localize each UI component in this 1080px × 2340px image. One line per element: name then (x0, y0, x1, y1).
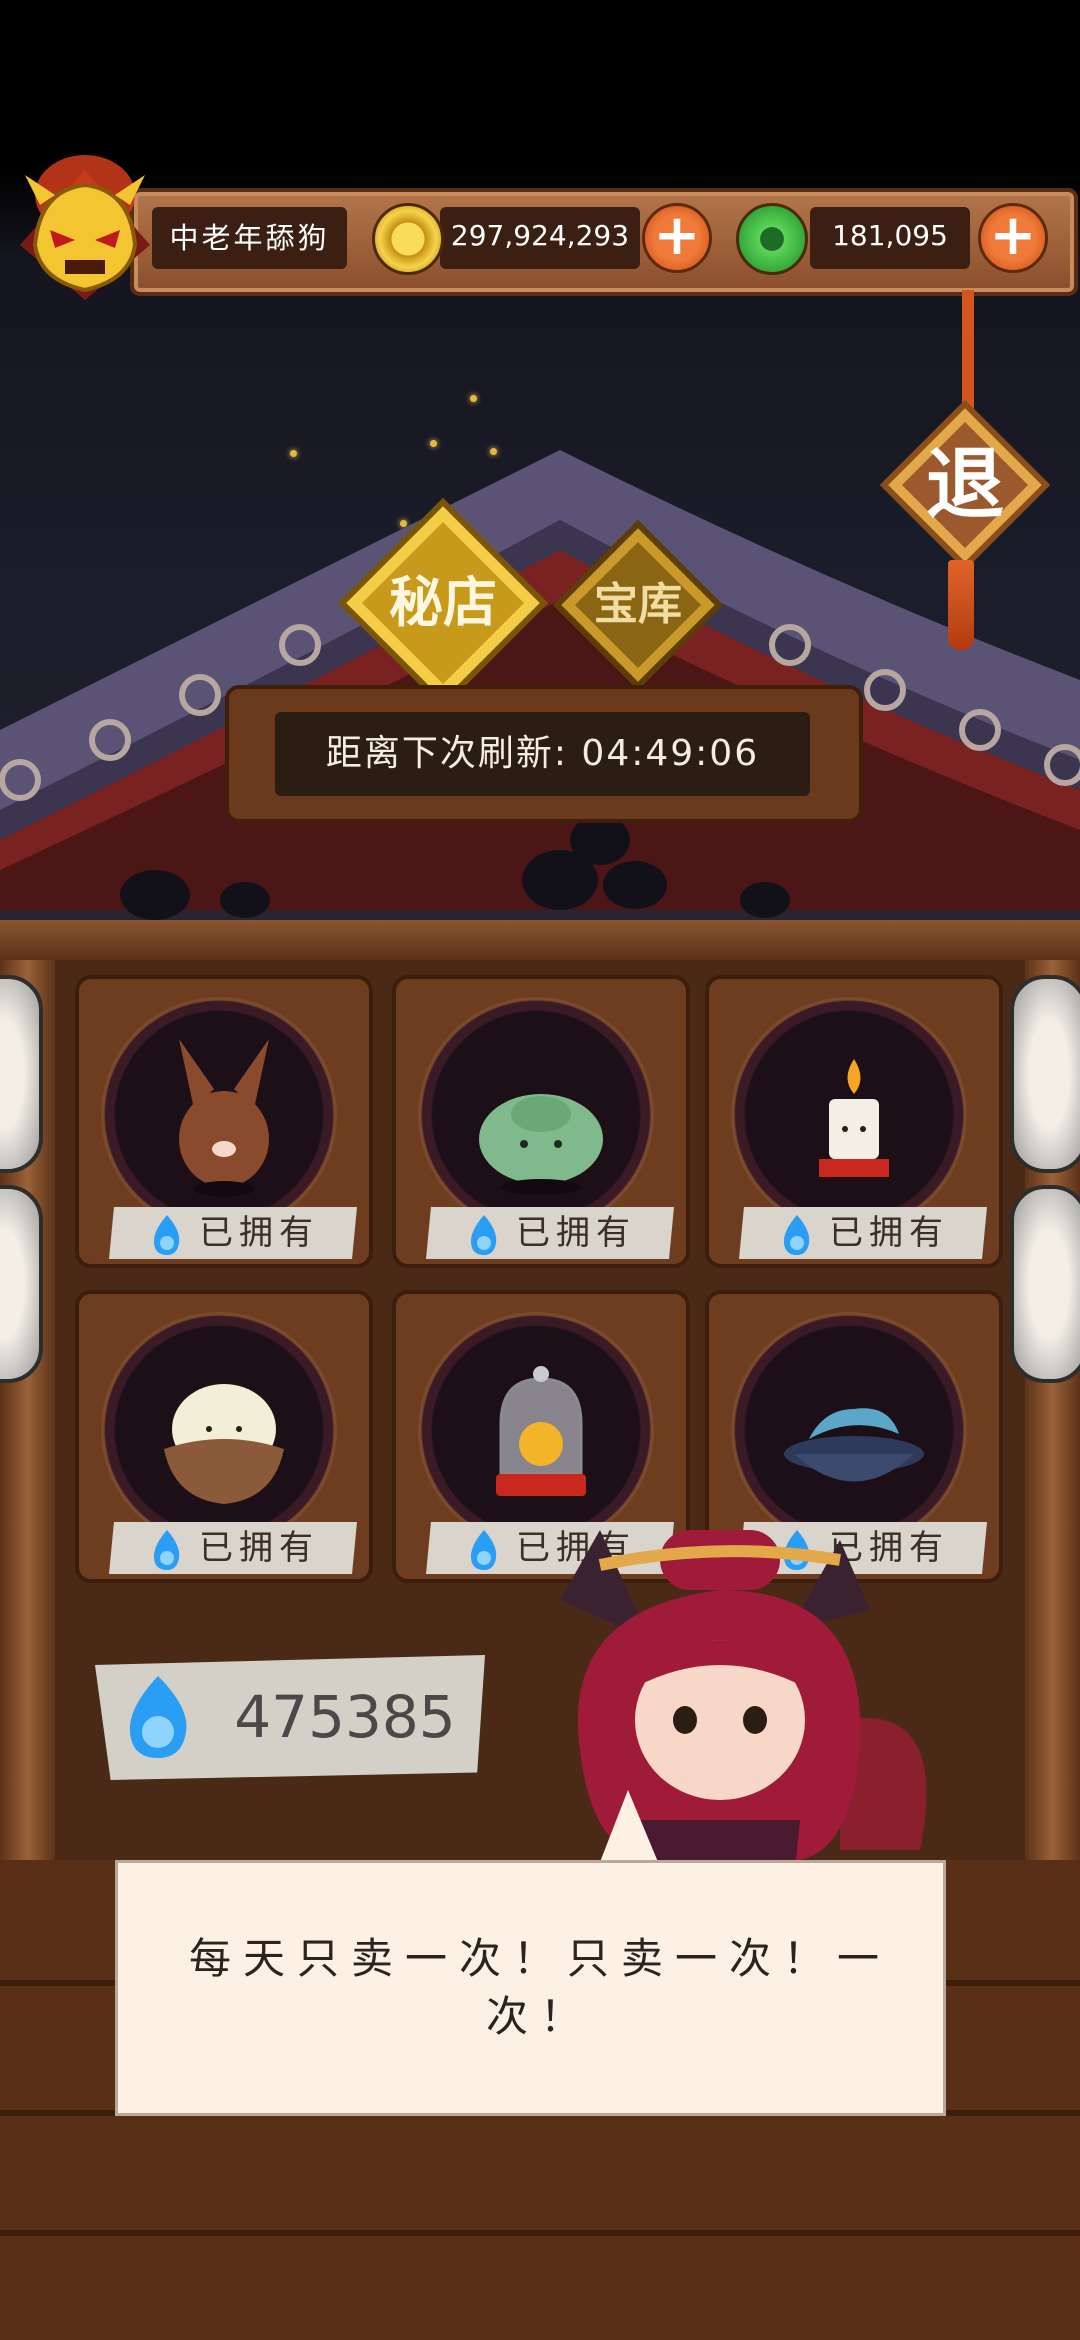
item-status: 已拥有 (829, 1213, 949, 1253)
exit-label: 退 (925, 440, 1004, 530)
candle-icon (819, 1059, 889, 1177)
tab-secret-label: 秘店 (389, 571, 497, 634)
blue-soul-flame-icon (783, 1215, 810, 1255)
add-jade-button[interactable]: + (978, 203, 1048, 273)
lantern-icon (1010, 975, 1080, 1173)
blue-soul-flame-icon (470, 1530, 497, 1570)
refresh-countdown: 距离下次刷新: 04:49:06 (325, 733, 760, 774)
owned-label-plate: 已拥有 (109, 1207, 357, 1259)
item-status: 已拥有 (516, 1213, 636, 1253)
wood-beam (0, 920, 1080, 960)
jade-coin-icon (736, 203, 808, 275)
brown-bunny-icon (179, 1039, 269, 1197)
exit-sign-string (962, 290, 974, 410)
golden-demon-mask-icon[interactable] (10, 150, 160, 315)
lantern-icon (0, 975, 43, 1173)
soul-amount: 475385 (234, 1683, 456, 1751)
shop-item-slot[interactable]: 已拥有 (75, 975, 373, 1268)
item-status: 已拥有 (199, 1528, 319, 1568)
owned-label-plate: 已拥有 (739, 1207, 987, 1259)
lantern-icon (1010, 1185, 1080, 1383)
exit-tassel (948, 560, 974, 650)
gold-amount: 297,924,293 (450, 219, 630, 252)
tab-vault-label: 宝库 (594, 579, 682, 630)
bell-jar-chick-icon (496, 1366, 586, 1496)
tab-vault[interactable]: 宝库 (552, 519, 724, 691)
exit-button[interactable]: 退 (879, 399, 1051, 571)
player-nickname: 中老年舔狗 (169, 221, 330, 255)
owned-label-plate: 已拥有 (109, 1522, 357, 1574)
lantern-icon (0, 1185, 43, 1383)
blue-soul-flame-icon (470, 1215, 497, 1255)
blue-soul-flame-icon (153, 1215, 180, 1255)
shop-item-slot[interactable]: 已拥有 (75, 1290, 373, 1583)
fish-bowl-icon (784, 1408, 924, 1482)
dialog-tail (600, 1790, 658, 1862)
gold-coin-icon (372, 203, 444, 275)
blue-soul-flame-icon (129, 1676, 187, 1758)
blue-soul-flame-icon (153, 1530, 180, 1570)
item-status: 已拥有 (199, 1213, 319, 1253)
green-blob-icon (479, 1094, 603, 1195)
owned-label-plate: 已拥有 (426, 1207, 674, 1259)
rice-bowl-icon (164, 1384, 284, 1504)
add-gold-button[interactable]: + (642, 203, 712, 273)
shop-item-slot[interactable]: 已拥有 (705, 975, 1003, 1268)
shop-item-slot[interactable]: 已拥有 (392, 975, 690, 1268)
dialog-text: 每天只卖一次！只卖一次！一次！ (188, 1934, 891, 2041)
jade-amount: 181,095 (832, 219, 948, 252)
tab-secret-shop[interactable]: 秘店 (337, 497, 549, 709)
